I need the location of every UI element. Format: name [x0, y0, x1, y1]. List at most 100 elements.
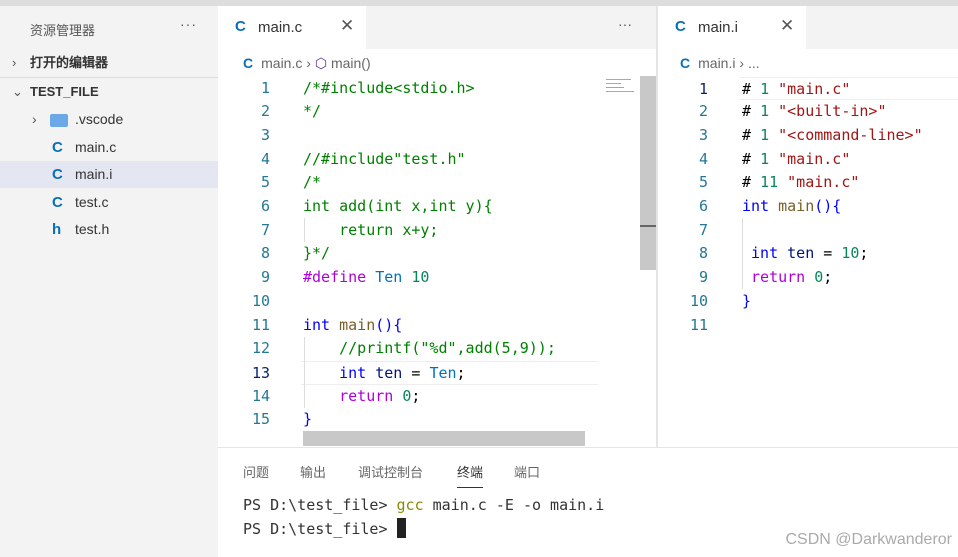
section-label: 打开的编辑器: [30, 55, 109, 70]
c-file-icon: C: [235, 18, 246, 35]
code-line[interactable]: 9 return 0;: [658, 266, 958, 290]
line-number: 15: [251, 410, 270, 429]
file-label: .vscode: [75, 111, 124, 127]
tab-main-c[interactable]: C main.c ✕: [218, 6, 366, 49]
code-line[interactable]: 7: [658, 219, 958, 243]
token: "main.c": [778, 79, 851, 98]
code-line[interactable]: 2 */: [218, 100, 598, 124]
c-file-icon: C: [680, 55, 691, 71]
breadcrumb-symbol[interactable]: main(): [331, 55, 371, 71]
token: =: [814, 244, 842, 263]
code-line[interactable]: 13 int ten = Ten;: [252, 360, 598, 385]
token: 1: [760, 102, 770, 121]
code-line[interactable]: 3 # 1 "<command-line>": [658, 124, 958, 148]
open-editors-section[interactable]: › 打开的编辑器: [0, 50, 218, 76]
code-line[interactable]: 2 # 1 "<built-in>": [658, 100, 958, 124]
code-area[interactable]: 1 /*#include<stdio.h> 2 */ 3 4 //#include"test…: [218, 76, 598, 432]
code-line[interactable]: 4 # 1 "main.c": [658, 148, 958, 172]
editor-more-button[interactable]: ···: [618, 16, 632, 32]
code-text: int main(){: [303, 314, 402, 338]
terminal-line[interactable]: PS D:\test_file>: [243, 518, 406, 538]
left-editor: C main.c ✕ ··· Cmain.c › ⬡ main() 1 /*#in…: [218, 6, 656, 447]
code-text: # 11 "main.c": [742, 171, 859, 195]
panel-tab[interactable]: 问题: [243, 462, 269, 481]
token: Ten: [375, 268, 403, 287]
file-item-testh[interactable]: h test.h: [0, 216, 218, 243]
line-number: 4: [260, 149, 270, 168]
explorer-sidebar: 资源管理器 ··· › 打开的编辑器 ⌄ TEST_FILE › .vscode Cma…: [0, 6, 218, 557]
code-line[interactable]: 10: [218, 290, 598, 314]
breadcrumb-file[interactable]: main.i: [698, 55, 735, 71]
line-number: 2: [260, 102, 270, 121]
more-actions-button[interactable]: ···: [180, 16, 197, 32]
token: main: [778, 197, 815, 215]
file-item-vscode[interactable]: › .vscode: [0, 106, 218, 133]
code-line[interactable]: 6 int add(int x,int y){: [218, 195, 598, 219]
code-line[interactable]: 11 int main(){: [218, 314, 598, 338]
code-line[interactable]: 1 # 1 "main.c": [699, 76, 958, 101]
code-text: # 1 "main.c": [742, 148, 850, 172]
token: =: [402, 363, 430, 382]
line-number: 5: [260, 173, 270, 192]
code-text: }: [303, 408, 312, 432]
file-item-maini[interactable]: Cmain.i: [0, 161, 218, 188]
breadcrumb-more[interactable]: ...: [748, 55, 760, 71]
code-line[interactable]: 5 # 11 "main.c": [658, 171, 958, 195]
code-line[interactable]: 8 int ten = 10;: [658, 242, 958, 266]
token: 1: [760, 125, 770, 144]
line-number: 4: [698, 149, 708, 168]
code-line[interactable]: 8}*/: [218, 242, 598, 266]
token: #: [742, 79, 761, 98]
code-text: int add(int x,int y){: [303, 195, 493, 219]
horizontal-scrollbar[interactable]: [303, 431, 585, 446]
folder-section[interactable]: ⌄ TEST_FILE: [0, 79, 218, 105]
code-line[interactable]: 6 int main(){: [658, 195, 958, 219]
breadcrumb-file[interactable]: main.c: [261, 55, 302, 71]
panel-tab[interactable]: 端口: [514, 462, 540, 481]
code-line[interactable]: 7 return x+y;: [218, 219, 598, 243]
token: (){: [375, 315, 403, 334]
indent-guide: [304, 336, 305, 408]
panel-tab[interactable]: 输出: [300, 462, 326, 481]
line-number: 7: [698, 220, 708, 239]
panel-tab[interactable]: 调试控制台: [358, 462, 423, 481]
close-icon[interactable]: ✕: [340, 16, 354, 36]
file-item-mainc[interactable]: Cmain.c: [0, 134, 218, 161]
code-area[interactable]: 1 # 1 "main.c" 2 # 1 "<built-in>" 3 # 1 "<com…: [658, 76, 958, 347]
code-line[interactable]: 1 /*#include<stdio.h>: [218, 77, 598, 101]
code-line[interactable]: 4 //#include"test.h": [218, 148, 598, 172]
line-number: 13: [251, 363, 270, 382]
code-line[interactable]: 9 #define Ten 10: [218, 266, 598, 290]
code-text: #define Ten 10: [303, 266, 429, 290]
chevron-right-icon: ›: [12, 55, 17, 70]
code-line[interactable]: 14 return 0;: [218, 385, 598, 409]
file-label: main.i: [75, 166, 113, 182]
file-item-testc[interactable]: Ctest.c: [0, 189, 218, 216]
code-line[interactable]: 11: [658, 314, 958, 338]
panel-tab[interactable]: 终端: [457, 462, 484, 488]
h-file-icon: h: [52, 221, 62, 238]
code-line[interactable]: 5 /*: [218, 171, 598, 195]
minimap[interactable]: [603, 76, 638, 116]
code-text: # 1 "<built-in>": [742, 100, 887, 124]
section-label: TEST_FILE: [30, 84, 99, 99]
close-icon[interactable]: ✕: [780, 16, 794, 36]
right-editor: C main.i ✕ Cmain.i › ... 1 # 1 "main.c" 2 #…: [658, 6, 958, 447]
code-line[interactable]: 12 //printf("%d",add(5,9));: [218, 337, 598, 361]
code-line[interactable]: 10}: [658, 290, 958, 314]
code-line[interactable]: 15}: [218, 408, 598, 432]
code-text: */: [303, 100, 321, 124]
chevron-right-icon: ›: [739, 55, 748, 71]
code-line[interactable]: 3: [218, 124, 598, 148]
vertical-scrollbar[interactable]: [640, 76, 656, 270]
cube-icon: ⬡: [314, 55, 328, 71]
token: "<built-in>": [778, 102, 887, 121]
token: 11: [760, 173, 779, 192]
tab-main-i[interactable]: C main.i ✕: [658, 6, 806, 49]
line-number: 2: [698, 102, 708, 121]
